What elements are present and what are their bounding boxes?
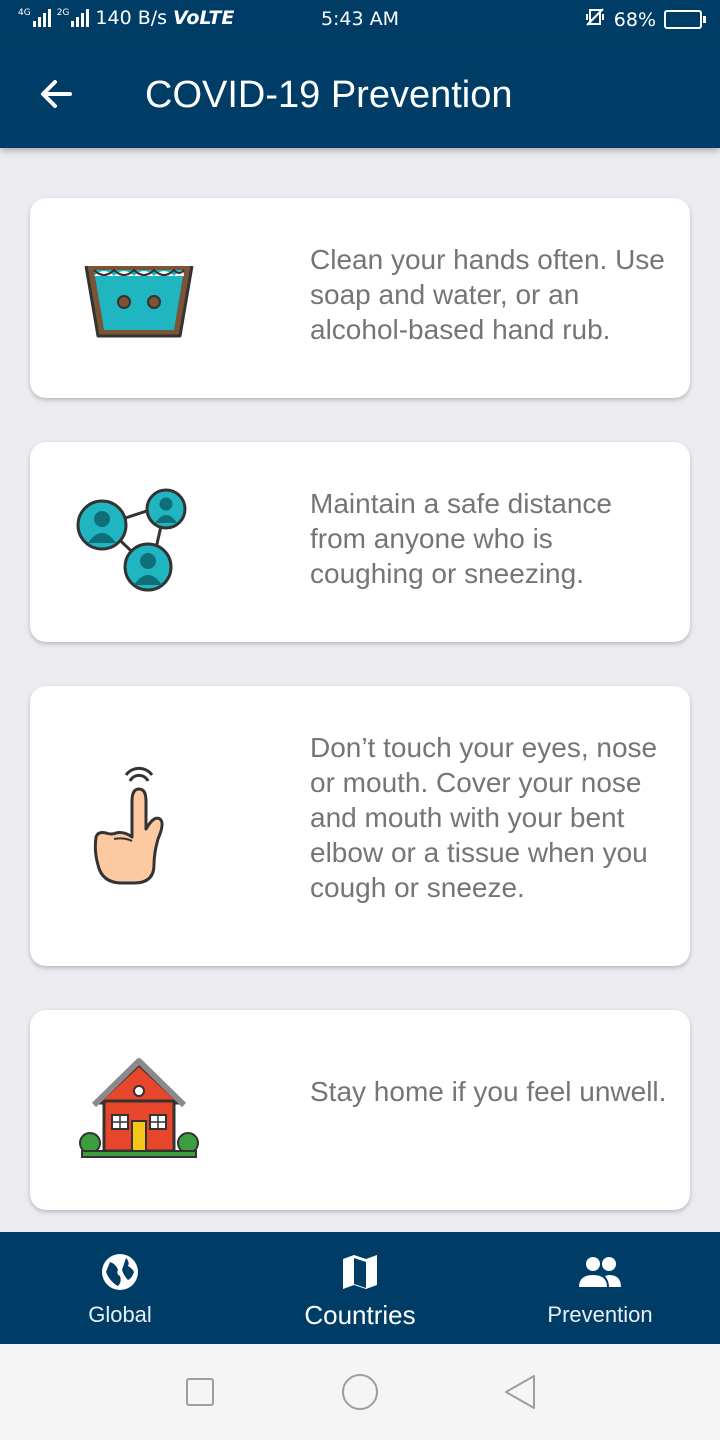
- nav-label-countries: Countries: [304, 1300, 416, 1330]
- arrow-left-icon: [41, 80, 72, 108]
- status-bar: 4G 2G 140 B/s VoLTE 5:43 AM 68%: [0, 0, 720, 38]
- nav-item-prevention[interactable]: Prevention: [480, 1232, 720, 1344]
- prevention-card-distance: Maintain a safe distance from anyone who…: [30, 442, 690, 642]
- nav-label-global: Global: [88, 1302, 152, 1327]
- back-nav-button[interactable]: [490, 1362, 550, 1422]
- people-icon: [579, 1257, 621, 1287]
- vibrate-off-icon: [584, 6, 606, 33]
- prevention-text: Clean your hands often. Use soap and wat…: [310, 244, 665, 345]
- back-button[interactable]: [30, 68, 82, 120]
- app-bar: COVID-19 Prevention: [0, 38, 720, 148]
- battery-icon: [664, 10, 706, 29]
- handwash-basin-icon: [74, 243, 204, 353]
- map-icon: [343, 1255, 377, 1289]
- prevention-text: Maintain a safe distance from anyone who…: [310, 488, 612, 589]
- nav-item-countries[interactable]: Countries: [240, 1232, 480, 1344]
- nav-item-global[interactable]: Global: [0, 1232, 240, 1344]
- prevention-text: Stay home if you feel unwell.: [310, 1076, 667, 1107]
- circle-icon: [342, 1374, 378, 1410]
- system-navigation-bar: [0, 1344, 720, 1440]
- globe-icon: [102, 1254, 138, 1290]
- finger-touch-icon: [74, 761, 204, 891]
- battery-percent: 68%: [613, 8, 656, 31]
- square-icon: [186, 1378, 214, 1406]
- prevention-card-touch: Don’t touch your eyes, nose or mouth. Co…: [30, 686, 690, 966]
- prevention-text: Don’t touch your eyes, nose or mouth. Co…: [310, 732, 658, 903]
- bottom-navigation: Global Countries Prevention: [0, 1232, 720, 1344]
- page-title: COVID-19 Prevention: [145, 74, 513, 116]
- prevention-card-stay-home: Stay home if you feel unwell.: [30, 1010, 690, 1210]
- recents-button[interactable]: [170, 1362, 230, 1422]
- prevention-card-handwash: Clean your hands often. Use soap and wat…: [30, 198, 690, 398]
- nav-label-prevention: Prevention: [547, 1302, 653, 1327]
- triangle-back-icon: [505, 1375, 535, 1409]
- home-button[interactable]: [330, 1362, 390, 1422]
- prevention-list[interactable]: Clean your hands often. Use soap and wat…: [0, 148, 720, 1232]
- house-icon: [74, 1050, 204, 1170]
- people-distance-icon: [74, 487, 204, 597]
